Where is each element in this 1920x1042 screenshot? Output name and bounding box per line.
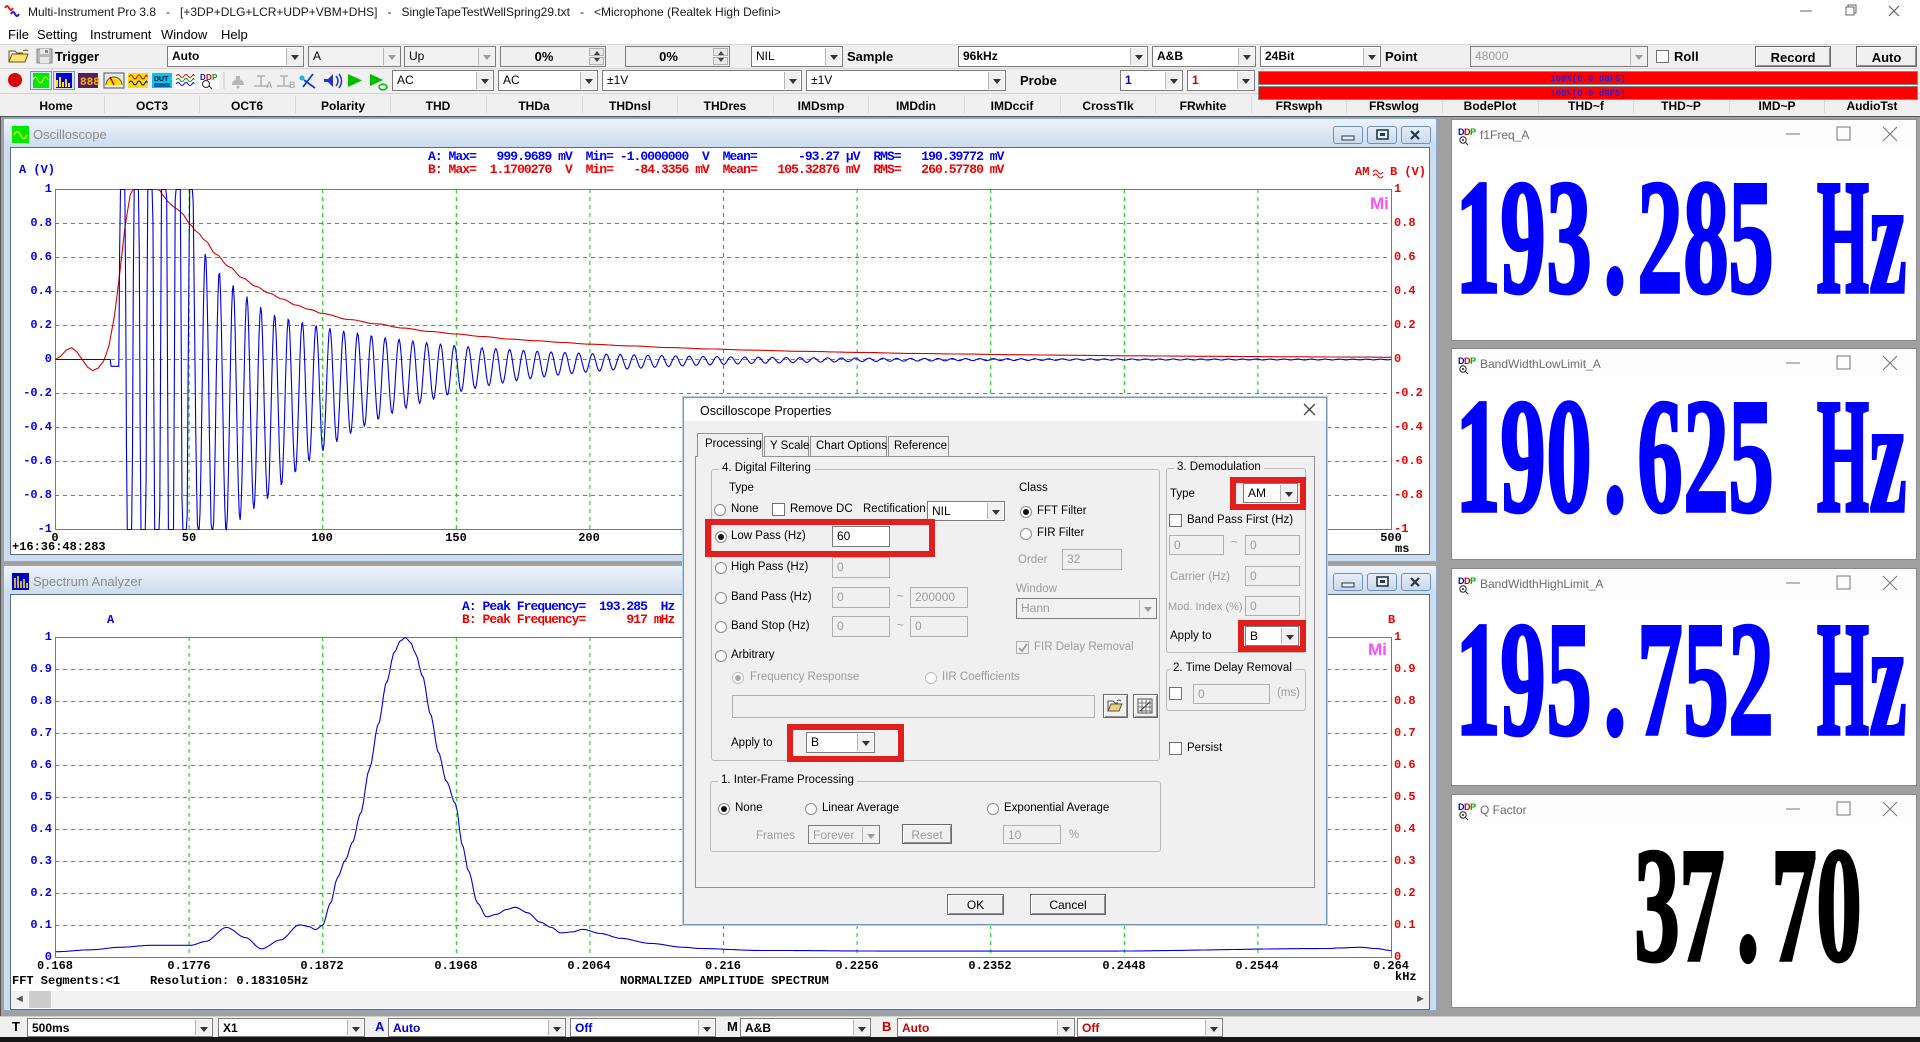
svg-text:DUT: DUT [154,76,169,83]
svg-text:A: A [266,80,273,90]
svg-text:P: P [1470,802,1476,812]
svg-text:888: 888 [80,77,100,89]
svg-text:B: B [289,80,296,90]
svg-text:P: P [212,73,218,82]
